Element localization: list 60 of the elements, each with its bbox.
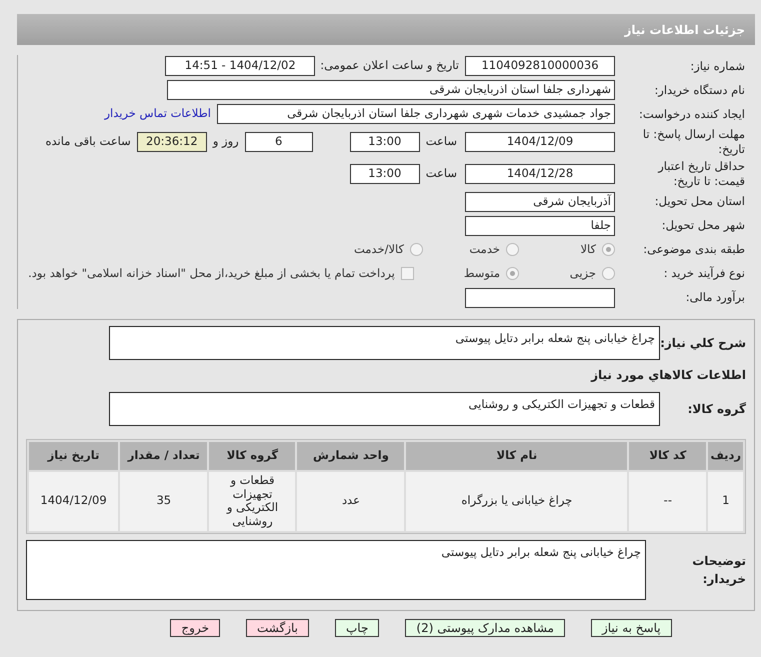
option-label: جزیی	[570, 265, 596, 282]
checkbox-label: پرداخت تمام یا بخشی از مبلغ خرید،از محل "اسناد خزانه اسلامی" خواهد بود.	[28, 265, 395, 282]
action-button[interactable]: بازگشت	[246, 618, 309, 637]
table-cell: چراغ خیابانی یا بزرگراه	[406, 472, 628, 531]
table-cell: 1	[708, 472, 743, 531]
option-label: کالا	[580, 241, 596, 258]
field-label: نام دستگاه خریدار:	[653, 82, 745, 98]
table-cell: --	[629, 472, 706, 531]
table-cell: قطعات و تجهیزات الکتریکی و روشنایی	[209, 472, 296, 531]
section-heading: اطلاعات کالاهاي مورد نیاز	[590, 366, 746, 384]
radio-button[interactable]	[602, 267, 615, 280]
time-label: ساعت	[426, 133, 457, 150]
column-header: تعداد / مقدار	[120, 442, 208, 470]
checkbox[interactable]	[400, 267, 414, 280]
radio-button[interactable]	[602, 243, 615, 256]
radio-button[interactable]	[506, 243, 519, 256]
field-label: استان محل تحویل:	[654, 194, 745, 210]
column-header: ردیف	[708, 442, 743, 470]
table-cell: 35	[120, 472, 208, 531]
radio-button[interactable]	[410, 243, 423, 256]
table-cell: 1404/12/09	[29, 472, 118, 531]
remaining-label: ساعت باقی مانده	[46, 133, 131, 150]
contact-link[interactable]: اطلاعات تماس خریدار	[104, 105, 211, 123]
action-button[interactable]: خروج	[170, 618, 220, 637]
text-area[interactable]: چراغ خیابانی پنج شعله برابر دتایل پیوستی	[26, 540, 646, 600]
time-field: 13:00	[350, 132, 420, 152]
field-label: حداقل تاریخ اعتبار قیمت: تا تاریخ:	[656, 158, 745, 189]
time-label: ساعت	[426, 165, 457, 182]
time-field: 13:00	[350, 164, 420, 184]
column-header: واحد شمارش	[297, 442, 404, 470]
column-header: نام کالا	[406, 442, 628, 470]
text-area[interactable]: چراغ خیابانی پنج شعله برابر دتایل پیوستی	[109, 326, 660, 360]
field-label: شهر محل تحویل:	[660, 218, 745, 234]
option-label: کالا/خدمت	[354, 241, 404, 258]
column-header: گروه کالا	[209, 442, 296, 470]
date-field: 1404/12/28	[465, 164, 615, 184]
field-label: تاریخ و ساعت اعلان عمومی:	[320, 57, 459, 74]
text-field[interactable]	[465, 288, 615, 308]
page-title: جزئیات اطلاعات نیاز	[624, 22, 745, 38]
radio-button[interactable]	[506, 267, 519, 280]
field-label: ایجاد کننده درخواست:	[638, 106, 745, 122]
date-field: 1404/12/09	[465, 132, 615, 152]
remaining-time: 20:36:12	[136, 132, 207, 152]
column-header: کد کالا	[629, 442, 706, 470]
option-label: خدمت	[469, 241, 500, 258]
days-label: روز و	[212, 133, 239, 150]
field-label: توضیحات خریدار:	[691, 552, 746, 588]
table-cell: عدد	[297, 472, 404, 531]
field-label: برآورد مالی:	[684, 290, 745, 306]
field-label: شماره نیاز:	[689, 58, 745, 74]
action-button[interactable]: چاپ	[335, 618, 380, 637]
field-label: نوع فرآیند خرید :	[662, 266, 745, 282]
column-header: تاریخ نیاز	[29, 442, 118, 470]
action-button[interactable]: پاسخ به نیاز	[590, 618, 672, 637]
field-label: طبقه بندی موضوعی:	[642, 242, 745, 258]
text-area[interactable]: قطعات و تجهیزات الکتریکی و روشنایی	[109, 392, 660, 426]
action-button[interactable]: مشاهده مدارک پیوستی (2)	[405, 618, 565, 637]
option-label: متوسط	[464, 265, 500, 282]
days-field: 6	[244, 132, 313, 152]
field-label: مهلت ارسال پاسخ: تا تاریخ:	[642, 127, 745, 157]
